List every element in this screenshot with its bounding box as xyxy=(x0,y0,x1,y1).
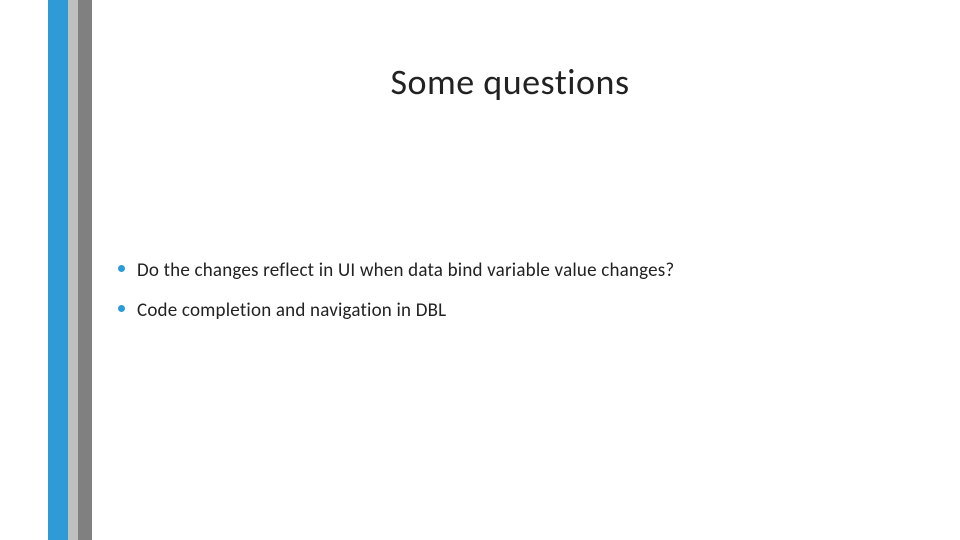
accent-stripe-gray-dark xyxy=(78,0,92,540)
accent-stripe-gray-light xyxy=(68,0,78,540)
bullet-list: Do the changes reflect in UI when data b… xyxy=(118,258,920,337)
bullet-text: Code completion and navigation in DBL xyxy=(137,298,446,324)
bullet-text: Do the changes reflect in UI when data b… xyxy=(137,258,674,284)
slide-title: Some questions xyxy=(100,60,920,104)
list-item: Code completion and navigation in DBL xyxy=(118,298,920,324)
bullet-icon xyxy=(118,305,125,312)
list-item: Do the changes reflect in UI when data b… xyxy=(118,258,920,284)
bullet-icon xyxy=(118,265,125,272)
accent-stripe-blue xyxy=(48,0,68,540)
